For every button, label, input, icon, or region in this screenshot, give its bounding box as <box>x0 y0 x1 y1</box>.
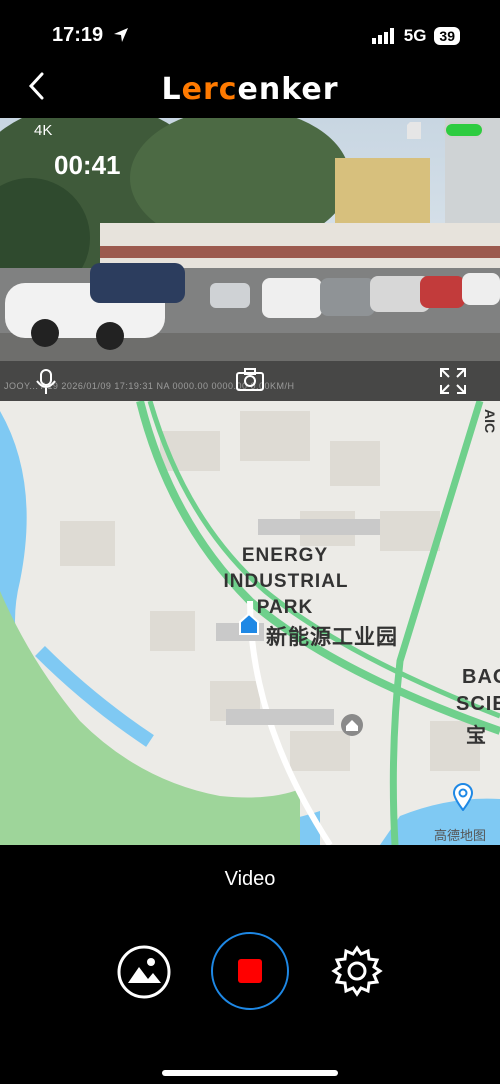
gallery-button[interactable] <box>117 945 171 1004</box>
map-road-label: AIC <box>482 409 498 434</box>
record-icon <box>211 932 289 1010</box>
camera-battery-indicator <box>444 122 484 138</box>
record-button[interactable] <box>210 931 290 1016</box>
microphone-button[interactable] <box>34 368 58 401</box>
map-label-chinese: 新能源工业园 <box>266 626 398 649</box>
recording-timer: 00:41 <box>54 150 121 180</box>
current-location-icon <box>238 612 260 641</box>
map-edge-label-2: SCIE <box>456 693 500 715</box>
home-indicator <box>162 1070 338 1076</box>
camera-icon <box>236 368 264 391</box>
battery-badge: 39 <box>434 27 460 45</box>
resolution-label: 4K <box>34 122 53 139</box>
status-time: 17:19 <box>52 24 104 46</box>
map-label-energy: ENERGY <box>241 545 329 566</box>
network-label: 5G <box>403 26 427 45</box>
status-right: 5G 39 <box>371 26 460 46</box>
expand-icon <box>440 368 466 394</box>
fullscreen-button[interactable] <box>439 367 467 400</box>
map-label-industrial: INDUSTRIAL <box>223 571 349 592</box>
mode-label: Video <box>224 868 276 890</box>
gallery-icon <box>117 945 171 999</box>
map-edge-label-1: BAO <box>462 666 500 688</box>
brand-logo: Lercenker <box>161 72 339 107</box>
poi-home-icon <box>340 713 364 742</box>
map-edge-label-3: 宝 <box>466 725 487 747</box>
sd-card-icon <box>407 122 421 139</box>
destination-pin-icon[interactable] <box>452 783 474 816</box>
snapshot-button[interactable] <box>235 368 265 397</box>
map-view[interactable]: ENERGY INDUSTRIAL PARK 新能源工业园 BAO SCIE 宝… <box>0 401 500 845</box>
microphone-icon <box>36 369 56 394</box>
map-credit: 高德地图 <box>434 828 487 843</box>
signal-icon <box>371 28 394 44</box>
gear-icon <box>331 945 383 997</box>
settings-button[interactable] <box>331 945 383 1002</box>
location-arrow-icon <box>112 26 130 49</box>
